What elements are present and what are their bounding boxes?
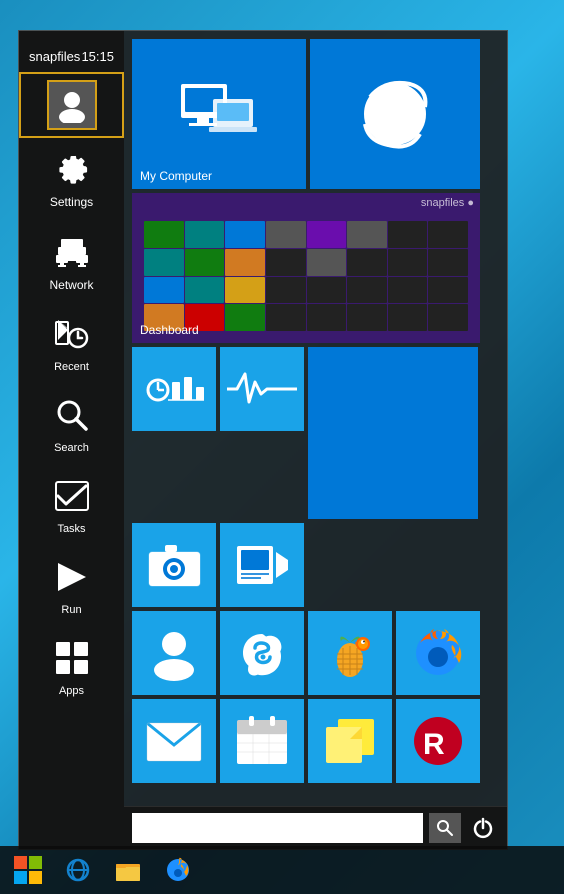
tiles-container: My Computer bbox=[124, 31, 507, 806]
recent-icon bbox=[54, 316, 90, 357]
taskbar bbox=[0, 846, 564, 894]
firefox-icon bbox=[396, 611, 480, 695]
snapfiles-watermark: snapfiles ● bbox=[421, 197, 474, 209]
taskbar-start-button[interactable] bbox=[4, 850, 52, 890]
sidebar-label-settings: Settings bbox=[50, 195, 93, 209]
tiles-row-4 bbox=[132, 523, 499, 607]
settings-icon bbox=[54, 150, 90, 191]
tile-contact[interactable] bbox=[132, 611, 216, 695]
tile-stats[interactable] bbox=[132, 347, 216, 431]
tiles-row-3 bbox=[132, 347, 499, 519]
contact-icon bbox=[147, 626, 202, 681]
my-computer-icon bbox=[140, 47, 298, 181]
explorer-taskbar-icon bbox=[114, 856, 142, 884]
win-logo-q1 bbox=[14, 856, 27, 869]
tile-red-app[interactable]: R bbox=[396, 699, 480, 783]
tile-dashboard[interactable]: snapfiles ● bbox=[132, 193, 480, 343]
tile-tropical[interactable] bbox=[308, 611, 392, 695]
search-icon bbox=[436, 819, 454, 837]
tile-stickynotes[interactable] bbox=[308, 699, 392, 783]
tile-internet-explorer[interactable] bbox=[310, 39, 480, 189]
search-button[interactable] bbox=[429, 813, 461, 843]
calendar-icon bbox=[233, 712, 291, 770]
mail-icon bbox=[145, 717, 203, 765]
time-display: 15:15 bbox=[81, 49, 114, 64]
svg-text:R: R bbox=[423, 728, 445, 761]
tile-dashboard-label: Dashboard bbox=[140, 323, 199, 337]
radiance-icon: R bbox=[409, 712, 467, 770]
taskbar-ie[interactable] bbox=[54, 850, 102, 890]
video-icon bbox=[235, 540, 290, 590]
dashboard-screenshot bbox=[140, 201, 472, 335]
network-icon bbox=[54, 233, 90, 274]
stickynotes-icon bbox=[320, 711, 380, 771]
ekg-icon bbox=[227, 364, 297, 414]
start-menu: snapfiles 15:15 Set bbox=[18, 30, 508, 850]
power-button[interactable] bbox=[467, 813, 499, 843]
ie-taskbar-icon bbox=[64, 856, 92, 884]
tiles-row-2: snapfiles ● bbox=[132, 193, 499, 343]
sidebar-label-search: Search bbox=[54, 442, 89, 454]
sidebar-item-search[interactable]: Search bbox=[19, 385, 124, 466]
sidebar-header: snapfiles 15:15 bbox=[19, 41, 124, 72]
win-logo-q4 bbox=[29, 871, 42, 884]
apps-icon bbox=[54, 640, 90, 681]
sidebar: snapfiles 15:15 Set bbox=[19, 31, 124, 849]
sidebar-label-tasks: Tasks bbox=[57, 523, 85, 535]
sidebar-label-network: Network bbox=[49, 278, 93, 292]
tiles-row-6: R bbox=[132, 699, 499, 783]
taskbar-firefox[interactable] bbox=[154, 850, 202, 890]
ie-icon bbox=[318, 47, 472, 181]
tile-my-computer-label: My Computer bbox=[140, 169, 212, 183]
sidebar-label-apps: Apps bbox=[59, 685, 84, 697]
win-logo-q2 bbox=[29, 856, 42, 869]
tile-my-computer[interactable]: My Computer bbox=[132, 39, 306, 189]
camera-icon bbox=[147, 540, 202, 590]
run-icon bbox=[54, 559, 90, 600]
win-logo-q3 bbox=[14, 871, 27, 884]
firefox-taskbar-icon bbox=[164, 856, 192, 884]
skype-icon bbox=[235, 626, 290, 681]
username-label: snapfiles bbox=[29, 49, 80, 64]
sidebar-item-user[interactable] bbox=[19, 72, 124, 138]
tile-skype[interactable] bbox=[220, 611, 304, 695]
avatar bbox=[47, 80, 97, 130]
tile-video[interactable] bbox=[220, 523, 304, 607]
sidebar-items: Settings bbox=[19, 72, 124, 849]
sidebar-item-tasks[interactable]: Tasks bbox=[19, 466, 124, 547]
sidebar-label-run: Run bbox=[61, 604, 81, 616]
tiles-row-5 bbox=[132, 611, 499, 695]
sidebar-item-run[interactable]: Run bbox=[19, 547, 124, 628]
sidebar-item-apps[interactable]: Apps bbox=[19, 628, 124, 709]
sidebar-label-recent: Recent bbox=[54, 361, 89, 373]
sidebar-item-network[interactable]: Network bbox=[19, 221, 124, 304]
power-icon bbox=[472, 817, 494, 839]
search-icon-sidebar bbox=[54, 397, 90, 438]
windows-logo bbox=[14, 856, 42, 884]
tile-ekg[interactable] bbox=[220, 347, 304, 431]
stats-icon bbox=[144, 362, 204, 417]
sidebar-item-settings[interactable]: Settings bbox=[19, 138, 124, 221]
tile-calendar[interactable] bbox=[220, 699, 304, 783]
tile-mail[interactable] bbox=[132, 699, 216, 783]
taskbar-explorer[interactable] bbox=[104, 850, 152, 890]
tile-blue-large[interactable] bbox=[308, 347, 478, 519]
tile-firefox[interactable] bbox=[396, 611, 480, 695]
sidebar-item-recent[interactable]: Recent bbox=[19, 304, 124, 385]
tropical-icon bbox=[323, 626, 378, 681]
search-input[interactable] bbox=[132, 813, 423, 843]
tasks-icon bbox=[54, 478, 90, 519]
user-icon bbox=[54, 87, 90, 123]
tile-camera[interactable] bbox=[132, 523, 216, 607]
main-area: My Computer bbox=[124, 31, 507, 849]
bottom-bar bbox=[124, 806, 507, 849]
tiles-row-1: My Computer bbox=[132, 39, 499, 189]
